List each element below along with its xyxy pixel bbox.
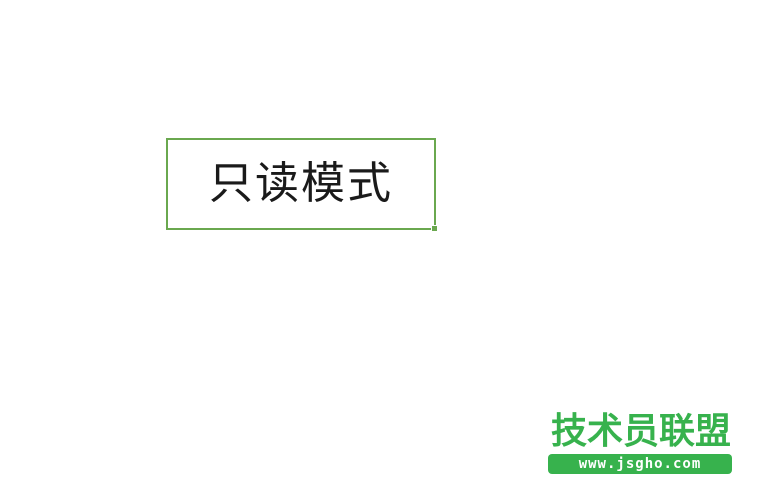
watermark-title: 技术员联盟 [550,411,731,452]
cell-text: 只读模式 [209,158,393,209]
watermark-logo: 技术员联盟 www.jsgho.com [548,410,734,474]
watermark-url: www.jsgho.com [578,456,702,472]
fill-handle[interactable] [431,225,438,232]
selected-cell[interactable]: 只读模式 [166,138,438,232]
watermark-url-bar: www.jsgho.com [548,454,732,474]
